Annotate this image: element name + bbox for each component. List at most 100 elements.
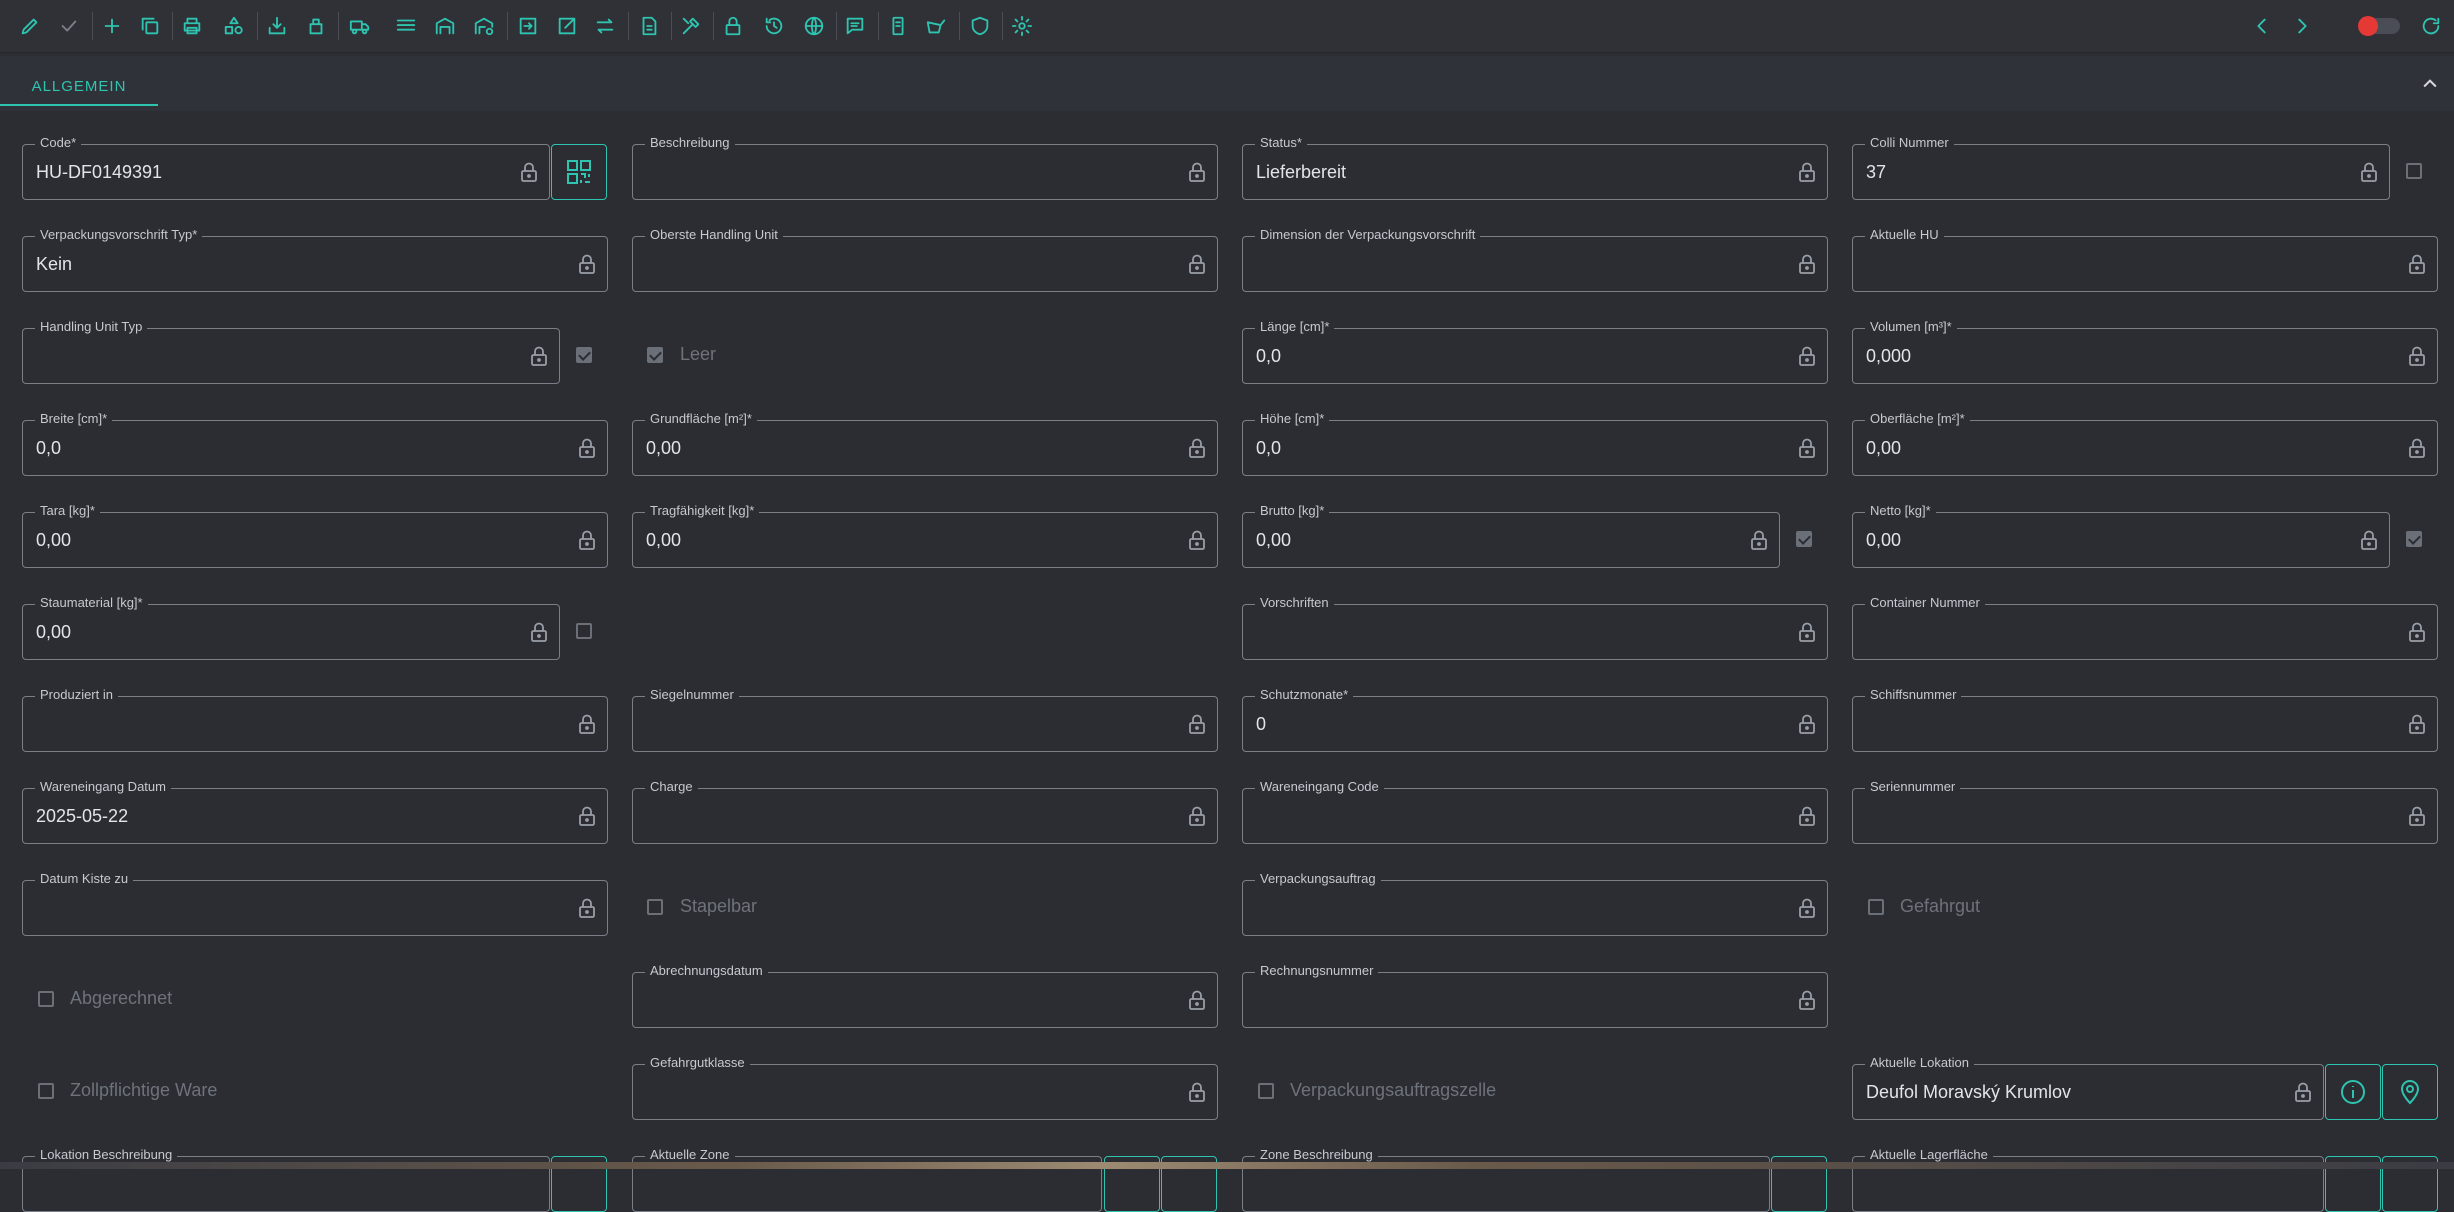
gefahrgutklasse-field[interactable]: Gefahrgutklasse	[632, 1055, 1218, 1120]
wareneingang-code-field[interactable]: Wareneingang Code	[1242, 779, 1828, 844]
mobile-icon[interactable]	[886, 14, 910, 38]
form-general: Code* HU-DF0149391 Beschreibung Status* …	[0, 111, 2454, 1212]
lock-icon	[1797, 897, 1817, 919]
layers-icon[interactable]	[394, 14, 418, 38]
siegelnummer-field[interactable]: Siegelnummer	[632, 687, 1218, 752]
location-info-button[interactable]	[2325, 1064, 2381, 1120]
verpackungsauftrag-field[interactable]: Verpackungsauftrag	[1242, 871, 1828, 936]
copy-icon[interactable]	[138, 14, 162, 38]
lock-icon	[1749, 529, 1769, 551]
aktuelle-hu-field[interactable]: Aktuelle HU	[1852, 227, 2438, 292]
lock-icon	[2359, 529, 2379, 551]
code-field[interactable]: Code* HU-DF0149391	[22, 135, 550, 200]
field-label: Rechnungsnummer	[1255, 963, 1379, 978]
shapes-icon[interactable]	[222, 14, 246, 38]
oberste-hu-field[interactable]: Oberste Handling Unit	[632, 227, 1218, 292]
status-field[interactable]: Status* Lieferbereit	[1242, 135, 1828, 200]
field-label: Grundfläche [m²]*	[645, 411, 757, 426]
aktuelle-lokation-field[interactable]: Aktuelle Lokation Deufol Moravský Krumlo…	[1852, 1055, 2324, 1120]
chevron-right-icon[interactable]	[2290, 14, 2314, 38]
wareneingang-datum-field[interactable]: Wareneingang Datum 2025-05-22	[22, 779, 608, 844]
volumen-field[interactable]: Volumen [m³]* 0,000	[1852, 319, 2438, 384]
box-stack-icon[interactable]	[304, 14, 328, 38]
abrechnungsdatum-field[interactable]: Abrechnungsdatum	[632, 963, 1218, 1028]
container-nummer-field[interactable]: Container Nummer	[1852, 595, 2438, 660]
leer-checkbox[interactable]	[647, 347, 663, 363]
schiffsnummer-field[interactable]: Schiffsnummer	[1852, 687, 2438, 752]
document-icon[interactable]	[637, 14, 661, 38]
add-icon[interactable]	[100, 14, 124, 38]
field-label: Charge	[645, 779, 698, 794]
download-box-icon[interactable]	[265, 14, 289, 38]
tara-field[interactable]: Tara [kg]* 0,00	[22, 503, 608, 568]
laenge-field[interactable]: Länge [cm]* 0,0	[1242, 319, 1828, 384]
lock-icon	[519, 161, 539, 183]
tools-icon[interactable]	[679, 14, 703, 38]
zollpflichtige-ware-label: Zollpflichtige Ware	[70, 1080, 218, 1100]
tab-general[interactable]: ALLGEMEIN	[0, 68, 158, 106]
toolbar-separator	[172, 12, 173, 40]
scanner-icon[interactable]	[924, 14, 948, 38]
verpackungsvorschrift-typ-field[interactable]: Verpackungsvorschrift Typ* Kein	[22, 227, 608, 292]
field-label: Schiffsnummer	[1865, 687, 1962, 702]
netto-checkbox[interactable]	[2406, 531, 2422, 547]
rechnungsnummer-field[interactable]: Rechnungsnummer	[1242, 963, 1828, 1028]
staumaterial-checkbox[interactable]	[576, 623, 592, 639]
field-label: Zone Beschreibung	[1255, 1147, 1378, 1162]
print-icon[interactable]	[180, 14, 204, 38]
comment-icon[interactable]	[843, 14, 867, 38]
arrow-in-icon[interactable]	[516, 14, 540, 38]
lock-icon	[1187, 713, 1207, 735]
hoehe-field[interactable]: Höhe [cm]* 0,0	[1242, 411, 1828, 476]
schutzmonate-field[interactable]: Schutzmonate* 0	[1242, 687, 1828, 752]
edit-mode-toggle[interactable]	[2358, 16, 2400, 36]
chevron-left-icon[interactable]	[2250, 14, 2274, 38]
swap-icon[interactable]	[593, 14, 617, 38]
lock-icon	[2407, 805, 2427, 827]
field-value: 0,00	[1866, 438, 1902, 458]
lock-icon	[2293, 1081, 2313, 1103]
colli-nummer-field[interactable]: Colli Nummer 37	[1852, 135, 2390, 200]
grundflaeche-field[interactable]: Grundfläche [m²]* 0,00	[632, 411, 1218, 476]
gear-icon[interactable]	[1010, 14, 1034, 38]
globe-icon[interactable]	[802, 14, 826, 38]
produziert-in-field[interactable]: Produziert in	[22, 687, 608, 752]
zollpflichtige-ware-checkbox[interactable]	[38, 1083, 54, 1099]
hu-typ-checkbox[interactable]	[576, 347, 592, 363]
brutto-checkbox[interactable]	[1796, 531, 1812, 547]
chevron-up-icon[interactable]	[2420, 74, 2440, 99]
history-icon[interactable]	[762, 14, 786, 38]
brutto-field[interactable]: Brutto [kg]* 0,00	[1242, 503, 1780, 568]
charge-field[interactable]: Charge	[632, 779, 1218, 844]
lock-icon	[1797, 805, 1817, 827]
datum-kiste-zu-field[interactable]: Datum Kiste zu	[22, 871, 608, 936]
handling-unit-typ-field[interactable]: Handling Unit Typ	[22, 319, 560, 384]
gefahrgut-checkbox[interactable]	[1868, 899, 1884, 915]
breite-field[interactable]: Breite [cm]* 0,0	[22, 411, 608, 476]
lock-icon[interactable]	[721, 14, 745, 38]
colli-checkbox[interactable]	[2406, 163, 2422, 179]
stapelbar-checkbox[interactable]	[647, 899, 663, 915]
refresh-icon[interactable]	[2419, 14, 2443, 38]
arrow-out-icon[interactable]	[555, 14, 579, 38]
tragfaehigkeit-field[interactable]: Tragfähigkeit [kg]* 0,00	[632, 503, 1218, 568]
truck-icon[interactable]	[348, 14, 372, 38]
abgerechnet-checkbox[interactable]	[38, 991, 54, 1007]
vorschriften-field[interactable]: Vorschriften	[1242, 595, 1828, 660]
warehouse-gear-icon[interactable]	[472, 14, 496, 38]
warehouse-icon[interactable]	[433, 14, 457, 38]
staumaterial-field[interactable]: Staumaterial [kg]* 0,00	[22, 595, 560, 660]
shield-icon[interactable]	[968, 14, 992, 38]
dimension-field[interactable]: Dimension der Verpackungsvorschrift	[1242, 227, 1828, 292]
qr-code-button[interactable]	[551, 144, 607, 200]
oberflaeche-field[interactable]: Oberfläche [m²]* 0,00	[1852, 411, 2438, 476]
location-map-button[interactable]	[2382, 1064, 2438, 1120]
edit-icon[interactable]	[18, 14, 42, 38]
toolbar-separator	[257, 12, 258, 40]
verpackungsauftragszelle-checkbox[interactable]	[1258, 1083, 1274, 1099]
field-value: 0,000	[1866, 346, 1912, 366]
netto-field[interactable]: Netto [kg]* 0,00	[1852, 503, 2390, 568]
check-icon[interactable]	[57, 14, 81, 38]
beschreibung-field[interactable]: Beschreibung	[632, 135, 1218, 200]
seriennummer-field[interactable]: Seriennummer	[1852, 779, 2438, 844]
